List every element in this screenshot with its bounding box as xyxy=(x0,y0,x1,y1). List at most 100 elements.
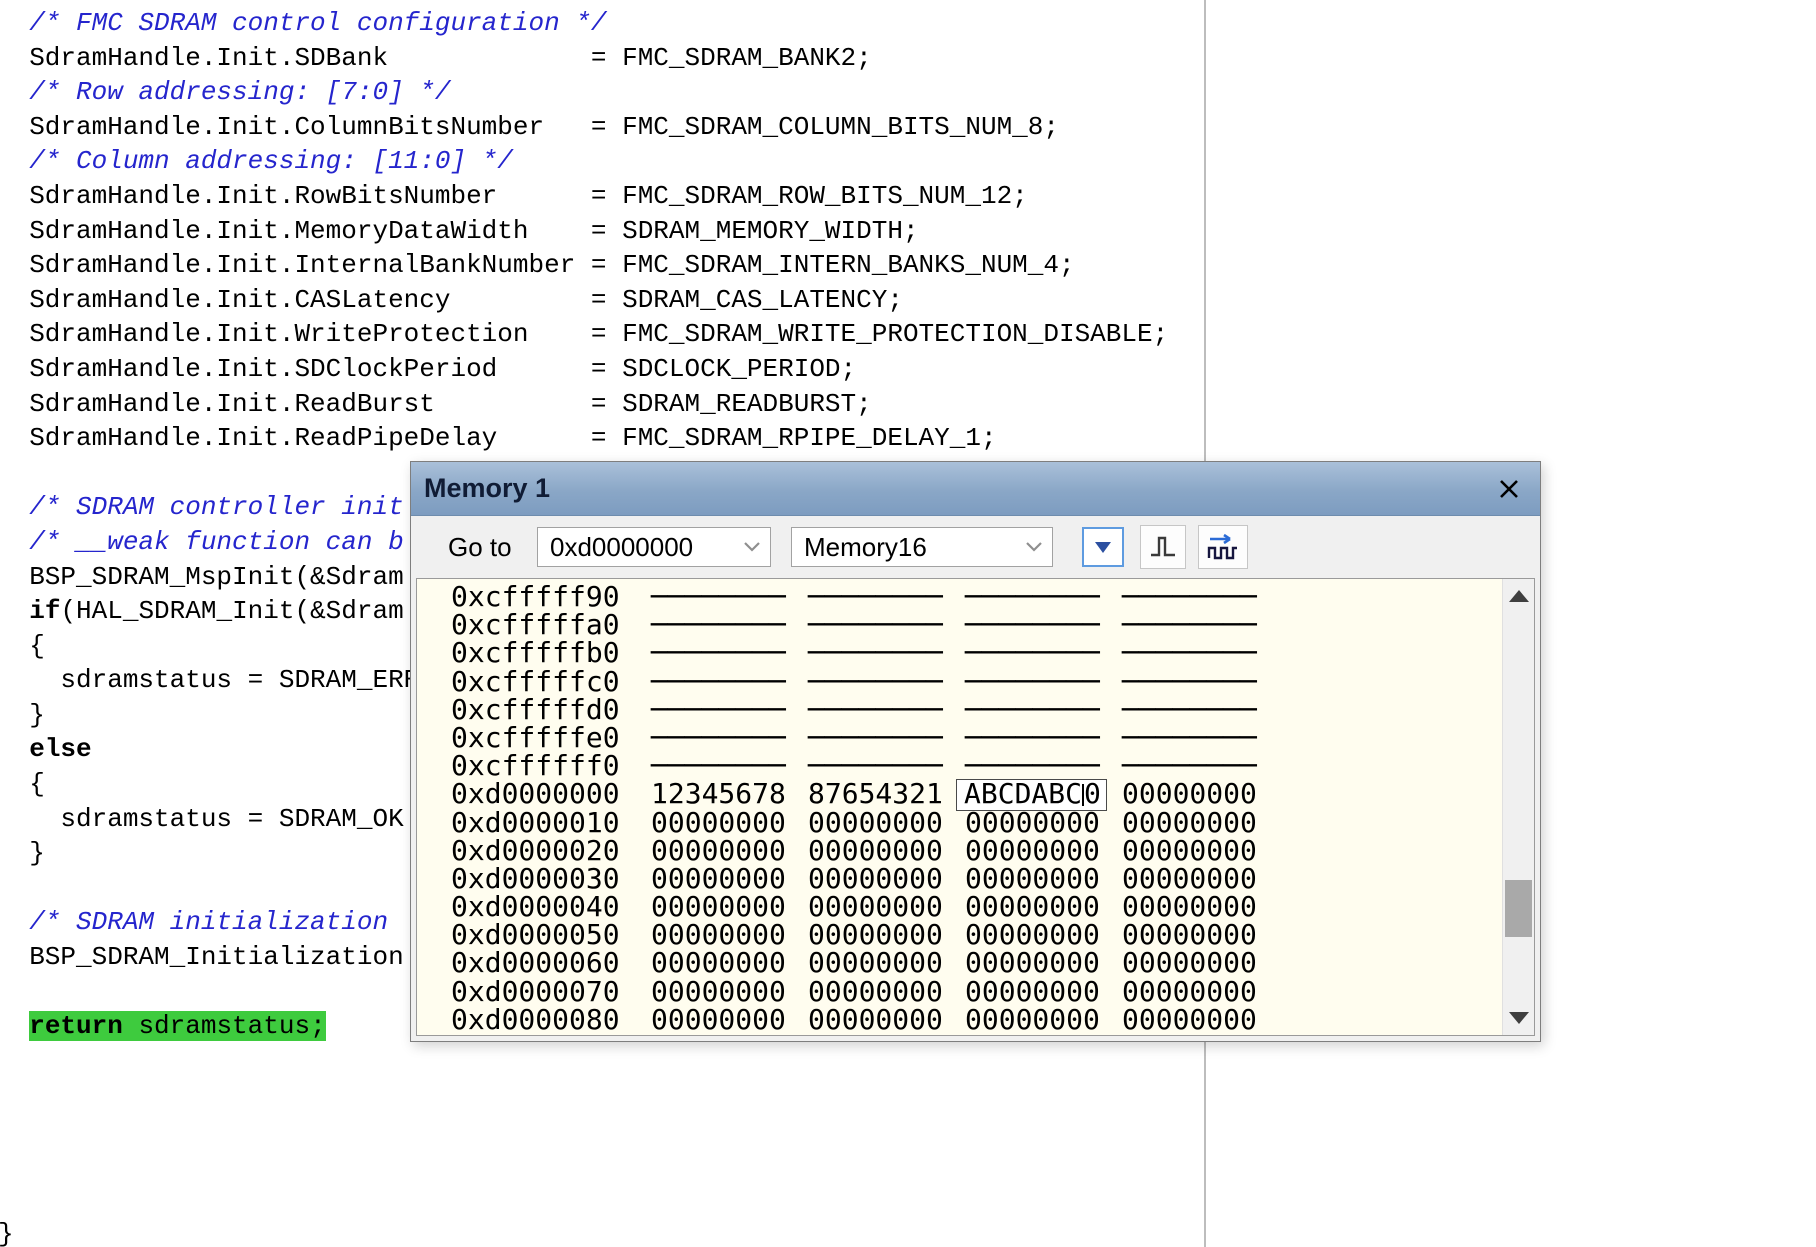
memory-value-cell[interactable]: 00000000 xyxy=(651,1006,808,1034)
memory-content[interactable]: 0xcfffff90──────────────────────────────… xyxy=(416,578,1535,1036)
memory-scrollbar[interactable] xyxy=(1502,579,1534,1035)
code-line xyxy=(0,1182,1168,1217)
memory-value-cell[interactable]: 00000000 xyxy=(651,865,808,893)
memory-value-cell[interactable]: 00000000 xyxy=(651,809,808,837)
memory-value-cell[interactable]: ──────── xyxy=(651,752,808,780)
memory-value-cell[interactable]: 00000000 xyxy=(1122,1006,1279,1034)
memory-value-cell[interactable]: ──────── xyxy=(965,752,1122,780)
memory-value-cell[interactable]: ──────── xyxy=(651,639,808,667)
memory-value-cell[interactable]: ──────── xyxy=(1122,583,1279,611)
memory-value-cell[interactable]: ──────── xyxy=(808,639,965,667)
memory-value-cell[interactable]: 00000000 xyxy=(651,921,808,949)
memory-value-cell[interactable]: 00000000 xyxy=(651,978,808,1006)
code-segment: /* SDRAM controller init xyxy=(0,492,404,522)
code-segment: SdramHandle.Init.InternalBankNumber = FM… xyxy=(0,250,1075,280)
memory-value-cell[interactable]: ──────── xyxy=(965,696,1122,724)
triangle-down-icon xyxy=(1509,1012,1529,1024)
memory-value-cell[interactable]: ──────── xyxy=(965,639,1122,667)
format-dropdown-button[interactable] xyxy=(1082,527,1124,567)
memory-row: 0xd0000070000000000000000000000000000000… xyxy=(417,978,1279,1006)
memory-rows: 0xcfffff90──────────────────────────────… xyxy=(417,583,1279,1034)
close-icon[interactable] xyxy=(1494,474,1524,504)
memory-value-cell[interactable]: ──────── xyxy=(808,668,965,696)
memory-value-cell[interactable]: 00000000 xyxy=(1122,921,1279,949)
goto-address-combobox[interactable]: 0xd0000000 xyxy=(537,527,771,567)
memory-value-cell[interactable]: 00000000 xyxy=(808,1006,965,1034)
memory-value-cell[interactable]: 00000000 xyxy=(808,809,965,837)
code-segment: sdramstatus = SDRAM_ERR xyxy=(0,665,419,695)
memory-value-cell[interactable]: ──────── xyxy=(1122,639,1279,667)
memory-address: 0xcfffffe0 xyxy=(417,724,651,752)
memory-value-cell[interactable]: 00000000 xyxy=(651,893,808,921)
memory-value-cell[interactable]: ──────── xyxy=(965,611,1122,639)
memory-value-cell[interactable]: ──────── xyxy=(965,668,1122,696)
scrollbar-down-button[interactable] xyxy=(1503,1001,1534,1035)
memory-value-cell[interactable]: ──────── xyxy=(808,583,965,611)
goto-address-value: 0xd0000000 xyxy=(538,532,734,563)
single-pulse-waveform-icon xyxy=(1148,533,1178,561)
memory-value-cell[interactable]: 00000000 xyxy=(965,865,1122,893)
memory-value-cell[interactable]: ──────── xyxy=(1122,724,1279,752)
memory-value-cell[interactable]: 00000000 xyxy=(1122,837,1279,865)
memory-value-cell[interactable]: ──────── xyxy=(965,583,1122,611)
memory-value-cell[interactable]: 00000000 xyxy=(808,865,965,893)
execution-highlight: return xyxy=(29,1011,123,1041)
memory-value-cell[interactable]: 00000000 xyxy=(965,978,1122,1006)
memory-value-cell[interactable]: 87654321 xyxy=(808,780,965,808)
memory-value-cell[interactable]: ──────── xyxy=(808,611,965,639)
memory-value-cell[interactable]: 00000000 xyxy=(808,978,965,1006)
memory-value-cell[interactable]: 00000000 xyxy=(965,837,1122,865)
code-segment: { xyxy=(0,769,45,799)
memory-value-cell[interactable]: 00000000 xyxy=(808,921,965,949)
code-segment: SdramHandle.Init.MemoryDataWidth = SDRAM… xyxy=(0,216,919,246)
code-line: SdramHandle.Init.ReadBurst = SDRAM_READB… xyxy=(0,387,1168,422)
memory-value-cell[interactable]: 00000000 xyxy=(808,893,965,921)
memory-value-cell[interactable]: ──────── xyxy=(965,724,1122,752)
memory-window-titlebar[interactable]: Memory 1 xyxy=(411,462,1540,516)
memory-value-cell[interactable]: ──────── xyxy=(651,611,808,639)
memory-value-cell[interactable]: 00000000 xyxy=(808,837,965,865)
memory-value-cell[interactable]: 00000000 xyxy=(1122,809,1279,837)
scrollbar-up-button[interactable] xyxy=(1503,579,1534,613)
code-segment xyxy=(0,596,29,626)
memory-value-cell[interactable]: 00000000 xyxy=(651,837,808,865)
code-line xyxy=(0,1148,1168,1183)
memory-address: 0xd0000020 xyxy=(417,837,651,865)
memory-value-cell[interactable]: 00000000 xyxy=(808,949,965,977)
memory-value-cell[interactable]: 00000000 xyxy=(965,949,1122,977)
memory-zone-value: Memory16 xyxy=(792,532,1016,563)
memory-value-cell[interactable]: ──────── xyxy=(808,696,965,724)
memory-value-cell[interactable]: 00000000 xyxy=(965,921,1122,949)
memory-value-cell[interactable]: ──────── xyxy=(1122,668,1279,696)
chevron-down-icon[interactable] xyxy=(734,541,770,553)
memory-value-cell[interactable]: 00000000 xyxy=(965,1006,1122,1034)
update-now-button[interactable] xyxy=(1140,525,1186,569)
memory-value-cell[interactable]: 00000000 xyxy=(965,809,1122,837)
code-line: } xyxy=(0,1217,1168,1247)
live-update-button[interactable] xyxy=(1198,525,1248,569)
memory-value-cell[interactable]: 00000000 xyxy=(1122,893,1279,921)
memory-value-cell[interactable]: ──────── xyxy=(651,668,808,696)
memory-value-cell[interactable]: ──────── xyxy=(808,724,965,752)
memory-value-cell[interactable]: ──────── xyxy=(1122,752,1279,780)
memory-value-cell[interactable]: 00000000 xyxy=(1122,865,1279,893)
memory-value-cell[interactable]: ──────── xyxy=(651,696,808,724)
memory-value-cell[interactable]: 12345678 xyxy=(651,780,808,808)
memory-value-cell[interactable]: ──────── xyxy=(651,583,808,611)
memory-value-cell[interactable]: 00000000 xyxy=(651,949,808,977)
memory-zone-combobox[interactable]: Memory16 xyxy=(791,527,1053,567)
memory-value-cell[interactable]: ──────── xyxy=(808,752,965,780)
code-segment: sdramstatus = SDRAM_OK xyxy=(0,804,404,834)
memory-value-cell[interactable]: 00000000 xyxy=(965,893,1122,921)
scrollbar-thumb[interactable] xyxy=(1505,880,1532,937)
code-line: SdramHandle.Init.WriteProtection = FMC_S… xyxy=(0,317,1168,352)
memory-value-cell[interactable]: ──────── xyxy=(1122,611,1279,639)
memory-value-cell[interactable]: 00000000 xyxy=(1122,949,1279,977)
memory-value-cell[interactable]: ──────── xyxy=(651,724,808,752)
memory-window: Memory 1 Go to 0xd0000000 Memory16 xyxy=(410,461,1541,1042)
memory-value-cell[interactable]: 00000000 xyxy=(1122,978,1279,1006)
memory-value-cell[interactable]: ──────── xyxy=(1122,696,1279,724)
memory-row: 0xd0000040000000000000000000000000000000… xyxy=(417,893,1279,921)
memory-value-cell[interactable]: 00000000 xyxy=(1122,780,1279,808)
chevron-down-icon[interactable] xyxy=(1016,541,1052,553)
